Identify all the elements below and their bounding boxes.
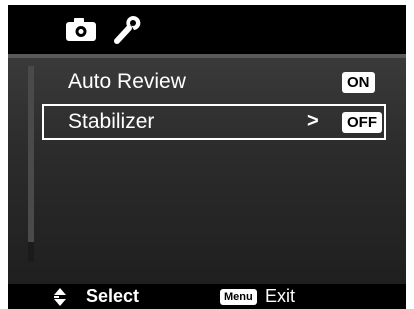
scrollbar-thumb[interactable]	[28, 66, 34, 242]
camera-menu-screen: Auto Review ON Stabilizer > OFF Select M…	[8, 5, 406, 309]
exit-hint: Exit	[265, 286, 296, 306]
menu-item-label: Stabilizer	[68, 110, 155, 133]
up-down-arrows-icon	[54, 288, 66, 306]
menu-key-badge: Menu	[220, 289, 257, 305]
tab-bar	[8, 5, 406, 54]
settings-panel: Auto Review ON Stabilizer > OFF	[8, 58, 406, 284]
menu-item-label: Auto Review	[68, 70, 186, 93]
value-badge: OFF	[342, 112, 382, 133]
menu-item-auto-review[interactable]: Auto Review ON	[42, 64, 382, 100]
help-bar: Select Menu Exit	[8, 284, 406, 309]
menu-item-stabilizer[interactable]: Stabilizer > OFF	[42, 104, 386, 140]
wrench-icon	[114, 16, 141, 44]
camera-icon	[66, 18, 96, 41]
value-badge: ON	[342, 72, 375, 93]
tab-setup[interactable]	[110, 14, 144, 44]
tab-camera[interactable]	[64, 14, 98, 44]
scrollbar[interactable]	[28, 66, 34, 262]
chevron-right-icon: >	[307, 110, 319, 132]
select-hint: Select	[86, 286, 140, 306]
